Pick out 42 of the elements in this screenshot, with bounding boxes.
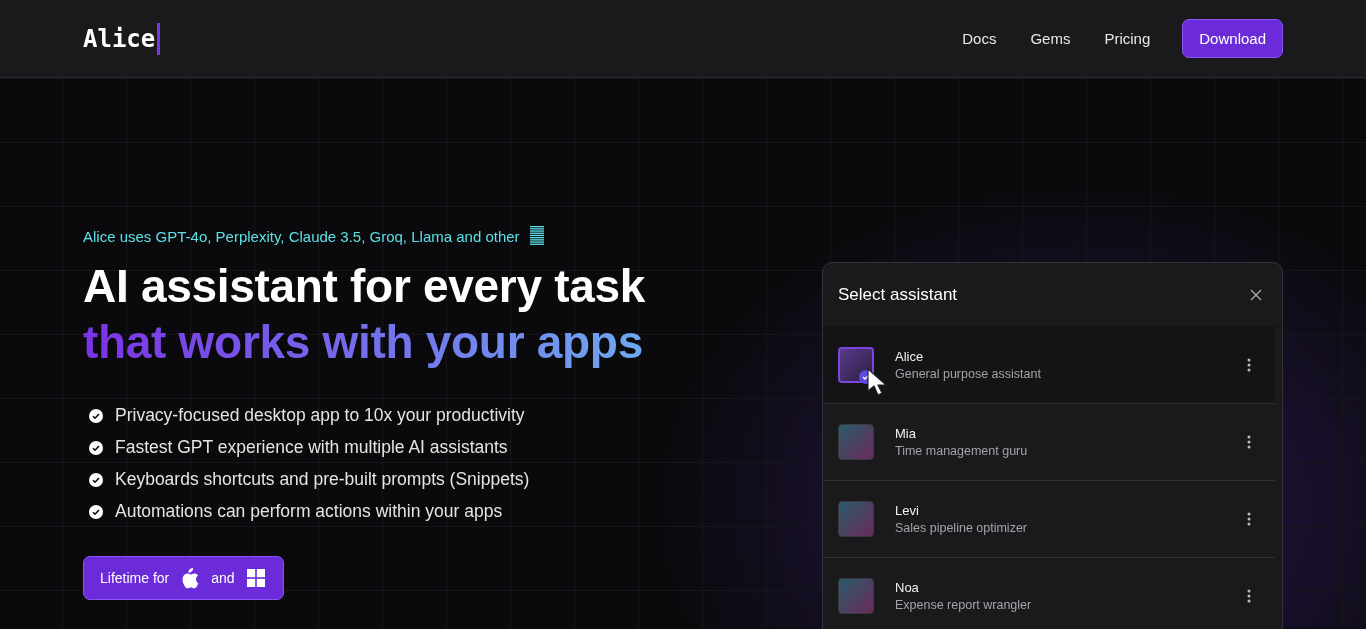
text-cursor-icon xyxy=(157,22,161,55)
assistant-name: Levi xyxy=(895,503,920,518)
feature-text: Privacy-focused desktop app to 10x your productivity xyxy=(115,404,525,427)
more-options-icon[interactable] xyxy=(1247,435,1251,449)
nav-link[interactable]: Docs xyxy=(962,30,997,47)
more-options-icon[interactable] xyxy=(1247,512,1251,526)
panel-title: Select assistant xyxy=(838,284,958,305)
check-circle-icon xyxy=(89,408,103,423)
assistant-item[interactable]: Mia Time management guru xyxy=(823,404,1275,481)
download-button[interactable]: Download xyxy=(1182,19,1283,58)
check-circle-icon xyxy=(89,472,103,487)
avatar-placeholder xyxy=(838,578,874,614)
feature-text: Fastest GPT experience with multiple AI assistants xyxy=(115,436,508,459)
brand-logo[interactable]: Alice xyxy=(83,24,156,53)
mouse-pointer-icon xyxy=(867,368,889,396)
avatar-placeholder xyxy=(838,424,874,460)
assistant-item[interactable]: Noa Expense report wrangler xyxy=(823,558,1275,629)
assistant-name: Alice xyxy=(895,349,925,364)
apple-icon xyxy=(181,567,200,589)
windows-icon xyxy=(246,569,265,587)
more-options-icon[interactable] xyxy=(1247,358,1251,372)
check-circle-icon xyxy=(89,504,103,519)
feature-text: Automations can perform actions within your apps xyxy=(115,500,503,523)
assistant-item[interactable]: Levi Sales pipeline optimizer xyxy=(823,481,1275,558)
close-icon[interactable] xyxy=(1250,288,1262,301)
assistant-name: Noa xyxy=(895,580,920,595)
lifetime-button[interactable]: Lifetime for and xyxy=(83,556,284,600)
assistant-role: Time management guru xyxy=(895,444,1029,458)
assistant-role: Sales pipeline optimizer xyxy=(895,521,1028,535)
avatar-placeholder xyxy=(838,501,874,537)
more-options-icon[interactable] xyxy=(1247,589,1251,603)
nav-link[interactable]: Gems xyxy=(1030,30,1071,47)
assistant-name: Mia xyxy=(895,426,917,441)
headline: AI assistant for every task xyxy=(83,259,646,314)
assistant-role: Expense report wrangler xyxy=(895,598,1033,612)
nav-link[interactable]: Pricing xyxy=(1104,30,1151,47)
stacked-lines-icon xyxy=(529,226,544,246)
check-circle-icon xyxy=(89,440,103,455)
assistant-item[interactable]: Alice General purpose assistant xyxy=(823,327,1275,404)
assistant-role: General purpose assistant xyxy=(895,367,1042,381)
feature-text: Keyboards shortcuts and pre-built prompts (Snippets) xyxy=(115,468,530,491)
tagline: Alice uses GPT-4o, Perplexity, Claude 3.5, Groq, Llama and other xyxy=(83,227,520,245)
